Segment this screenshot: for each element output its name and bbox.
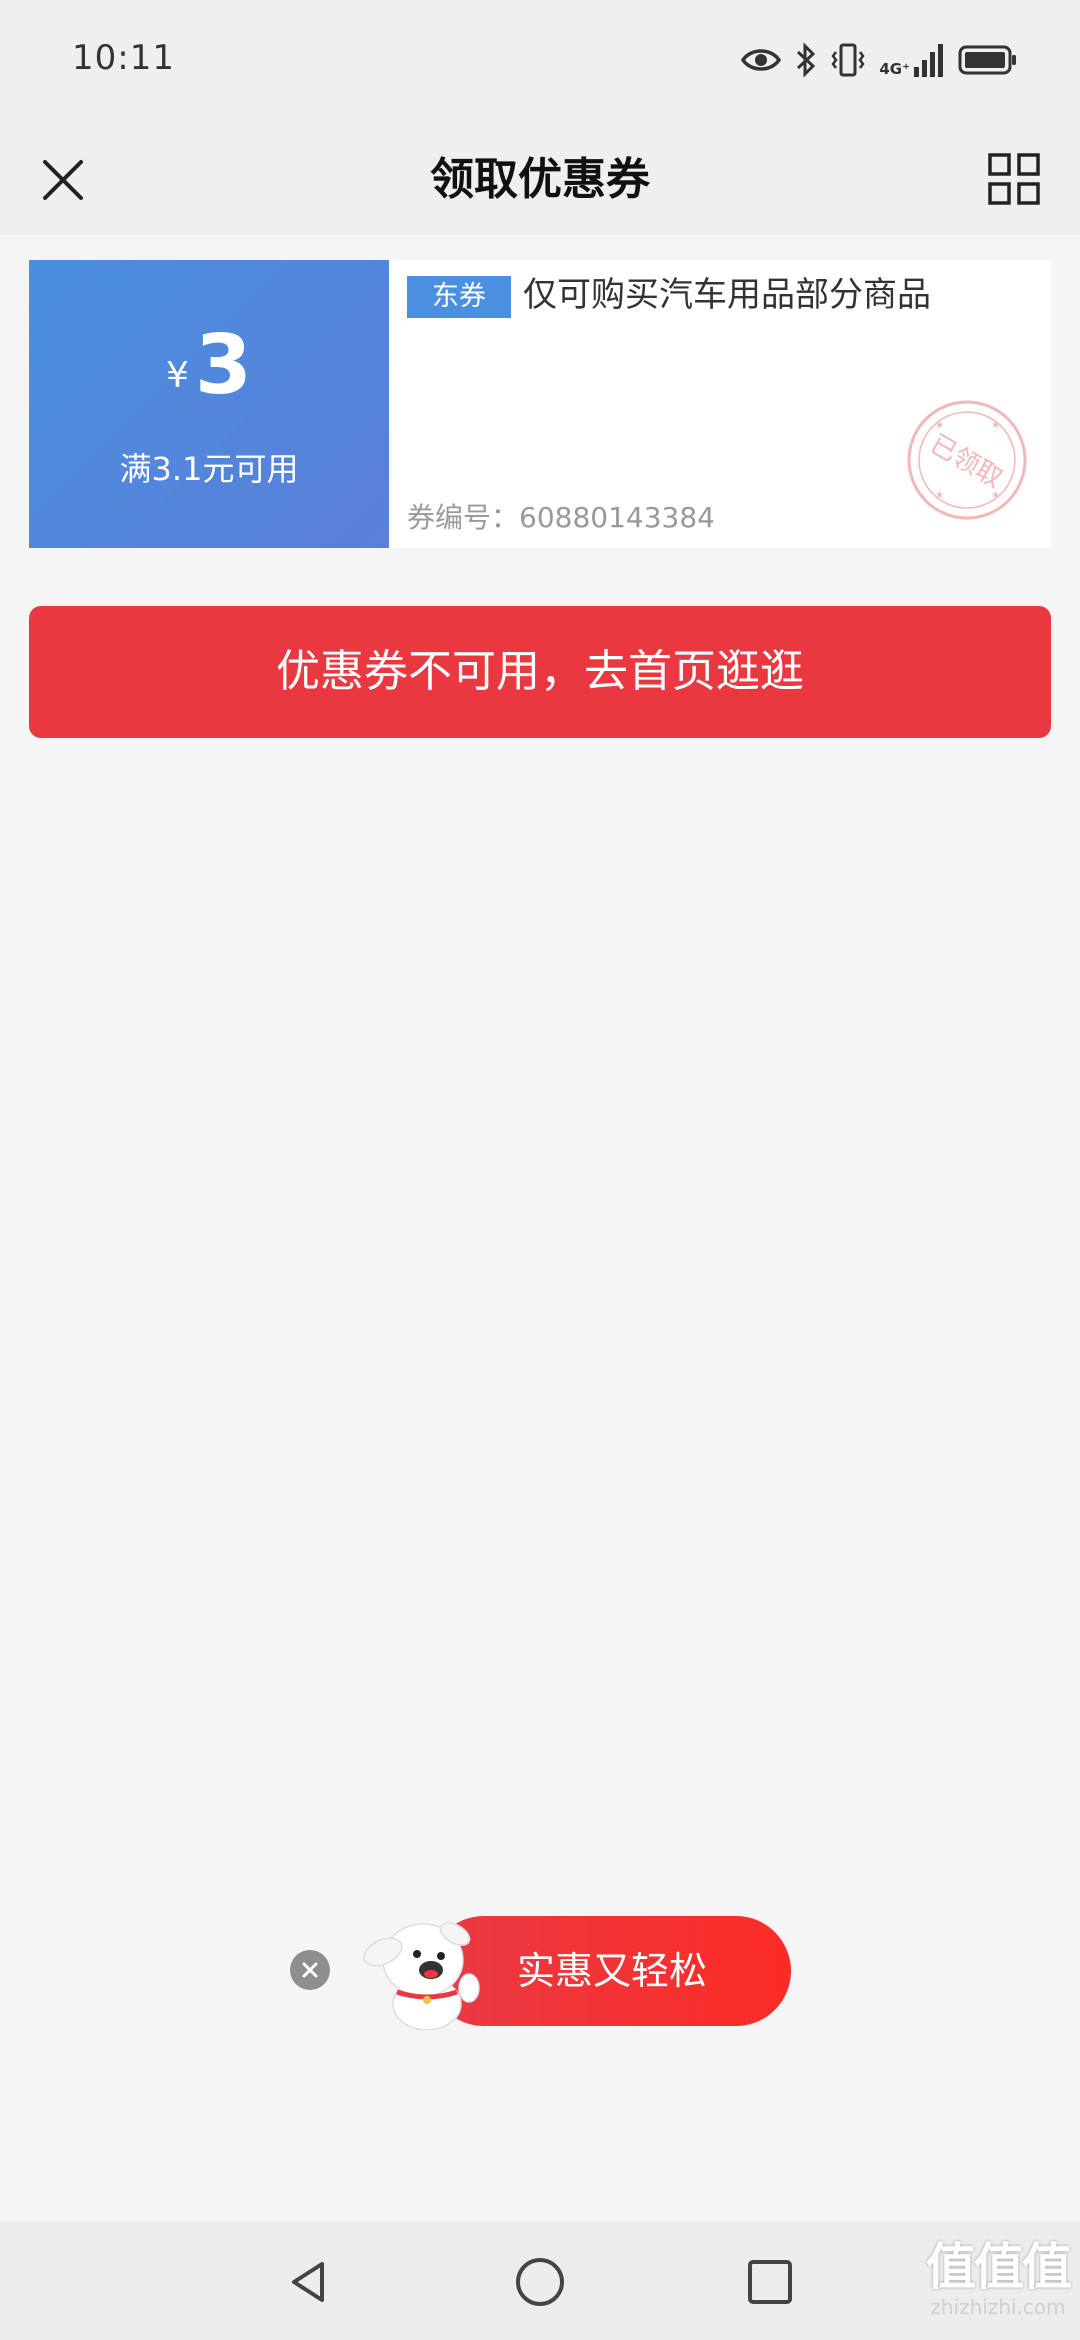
jd-dog-mascot-icon [363, 1922, 480, 2030]
svg-text:★: ★ [935, 490, 944, 501]
back-icon[interactable] [280, 2252, 340, 2312]
coupon-code: 券编号：60880143384 [407, 496, 715, 536]
grid-icon [988, 153, 1040, 205]
battery-icon [958, 45, 1016, 75]
eye-icon [741, 49, 782, 71]
coupon-value: 3 [194, 318, 252, 413]
system-nav-bar [0, 2222, 1080, 2340]
status-bar: 10:11 4G⁺ [0, 0, 1080, 125]
home-icon[interactable] [510, 2252, 570, 2312]
coupon-code-value: 60880143384 [519, 501, 715, 534]
promo-label: 实惠又轻松 [517, 1949, 708, 1993]
promo-banner[interactable]: 实惠又轻松 [345, 1916, 791, 2030]
coupon-details: 东券 仅可购买汽车用品部分商品 券编号：60880143384 ★ ★ ★ ★ … [389, 260, 1051, 548]
vibrate-icon [831, 43, 865, 77]
coupon-code-label: 券编号： [407, 501, 520, 534]
watermark-logo: 值值值 [926, 2238, 1072, 2296]
svg-text:★: ★ [991, 420, 1000, 431]
close-icon [302, 1962, 318, 1978]
currency-symbol: ¥ [166, 355, 189, 396]
menu-grid-button[interactable] [976, 141, 1052, 217]
coupon-value-panel: ¥ 3 满3.1元可用 [23, 260, 389, 548]
coupon-type-badge: 东券 [407, 276, 511, 318]
claimed-stamp-icon: ★ ★ ★ ★ 已领取 [907, 400, 1027, 520]
status-time: 10:11 [72, 38, 175, 78]
watermark-url: zhizhizhi.com [930, 2295, 1066, 2319]
coupon-amount: ¥ 3 [29, 322, 389, 410]
page-title: 领取优惠券 [430, 154, 650, 205]
bluetooth-icon [797, 42, 816, 78]
site-watermark: 值值值 zhizhizhi.com [926, 2238, 1072, 2319]
coupon-description: 仅可购买汽车用品部分商品 [523, 275, 931, 315]
recent-apps-icon[interactable] [740, 2252, 800, 2312]
status-icons: 4G⁺ [741, 40, 1018, 80]
network-type: 4G⁺ [879, 60, 910, 78]
title-bar: 领取优惠券 [0, 125, 1080, 235]
coupon-card[interactable]: ¥ 3 满3.1元可用 东券 仅可购买汽车用品部分商品 券编号：60880143… [23, 260, 1051, 548]
coupon-threshold: 满3.1元可用 [119, 450, 299, 488]
stamp-text: 已领取 [925, 429, 1008, 494]
signal-indicator: 4G⁺ [879, 43, 944, 77]
go-home-button[interactable]: 优惠券不可用，去首页逛逛 [29, 606, 1051, 738]
signal-icon [914, 44, 943, 77]
promo-close-button[interactable] [290, 1950, 330, 1990]
